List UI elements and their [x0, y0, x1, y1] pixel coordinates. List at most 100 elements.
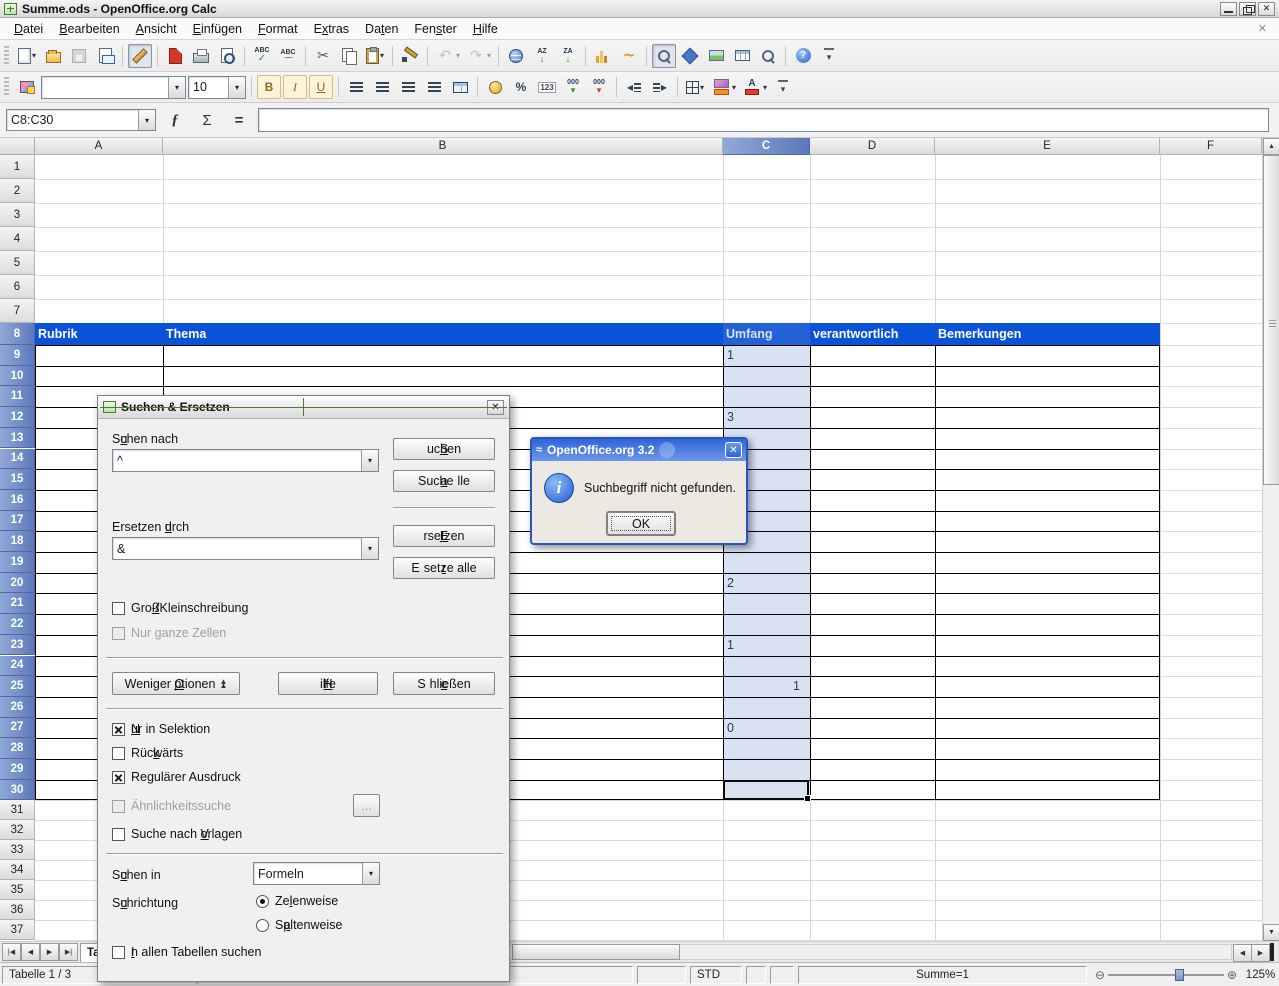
search-in-combo[interactable]: Formeln ▾: [253, 862, 380, 885]
row-header-7[interactable]: 7: [0, 299, 35, 323]
row-header-28[interactable]: 28: [0, 738, 35, 759]
menu-daten[interactable]: Daten: [357, 20, 406, 38]
all-sheets-checkbox[interactable]: In allen Tabellen suchen: [112, 945, 261, 959]
ok-button[interactable]: OK: [607, 512, 675, 535]
bold[interactable]: [257, 75, 281, 99]
selection-only-checkbox[interactable]: Nur in Selektion: [112, 722, 210, 736]
row-header-36[interactable]: 36: [0, 900, 35, 920]
font-size-dropdown-icon[interactable]: ▾: [228, 77, 245, 98]
standard-toolbar-options[interactable]: [817, 44, 841, 68]
cell-D8[interactable]: verantwortlich: [813, 323, 934, 345]
gallery[interactable]: [704, 44, 728, 68]
paste[interactable]: ▾: [363, 44, 387, 68]
row-header-26[interactable]: 26: [0, 697, 35, 718]
paste-dropdown-icon[interactable]: ▾: [380, 51, 384, 60]
borders[interactable]: ▾: [683, 75, 707, 99]
sum-icon[interactable]: Σ: [194, 108, 220, 132]
row-header-27[interactable]: 27: [0, 718, 35, 739]
row-header-1[interactable]: 1: [0, 155, 35, 179]
zoom-slider-track[interactable]: [1108, 974, 1224, 976]
zoom-out-icon[interactable]: ⊖: [1092, 968, 1108, 982]
message-close-icon[interactable]: ✕: [725, 442, 742, 458]
borders-dropdown-icon[interactable]: ▾: [700, 83, 704, 92]
row-header-25[interactable]: 25: [0, 676, 35, 697]
column-header-C[interactable]: C: [723, 138, 810, 155]
scroll-right-icon[interactable]: ▶: [1251, 944, 1270, 962]
italic[interactable]: [283, 75, 307, 99]
row-header-10[interactable]: 10: [0, 366, 35, 387]
cut[interactable]: [311, 44, 335, 68]
font-size-combo[interactable]: 10▾: [188, 76, 246, 99]
row-header-23[interactable]: 23: [0, 635, 35, 656]
navigator[interactable]: [678, 44, 702, 68]
font-name-combo[interactable]: ▾: [41, 76, 186, 99]
underline[interactable]: [309, 75, 333, 99]
show-draw-functions[interactable]: [617, 44, 641, 68]
spellcheck[interactable]: [250, 44, 274, 68]
cell-C12[interactable]: 3: [724, 407, 803, 428]
cell-B8[interactable]: Thema: [166, 323, 722, 345]
clone-formatting[interactable]: [398, 44, 422, 68]
zoom-in-icon[interactable]: ⊕: [1224, 968, 1240, 982]
menu-hilfe[interactable]: Hilfe: [465, 20, 506, 38]
last-sheet-button[interactable]: ▶|: [59, 943, 78, 961]
row-header-4[interactable]: 4: [0, 227, 35, 251]
replace-combo-dropdown-icon[interactable]: ▾: [361, 538, 378, 559]
number-format-standard[interactable]: [535, 75, 559, 99]
replace-all-button[interactable]: Ersetze alle: [393, 557, 495, 579]
menu-format[interactable]: Format: [250, 20, 306, 38]
font-name-dropdown-icon[interactable]: ▾: [168, 77, 185, 98]
menu-ansicht[interactable]: Ansicht: [128, 20, 185, 38]
name-box-dropdown-icon[interactable]: ▾: [138, 110, 155, 130]
cell-C23[interactable]: 1: [724, 635, 803, 656]
row-header-24[interactable]: 24: [0, 656, 35, 677]
row-header-21[interactable]: 21: [0, 593, 35, 614]
search-for-styles-checkbox[interactable]: Suche nach Vorlagen: [112, 827, 242, 841]
help-button[interactable]: Hilfe: [278, 672, 378, 695]
cell-C20[interactable]: 2: [724, 573, 803, 594]
column-header-B[interactable]: B: [163, 138, 723, 155]
equals-icon[interactable]: =: [226, 108, 252, 132]
first-sheet-button[interactable]: |◀: [2, 943, 21, 961]
add-decimal-place[interactable]: [561, 75, 585, 99]
row-header-22[interactable]: 22: [0, 614, 35, 635]
menu-fenster[interactable]: Fenster: [406, 20, 464, 38]
font-color[interactable]: ▾: [740, 75, 769, 99]
column-header-A[interactable]: A: [35, 138, 163, 155]
merge-cells[interactable]: [448, 75, 472, 99]
zoom-slider[interactable]: ⊖ ⊕: [1092, 966, 1240, 984]
search-button[interactable]: Suchen: [393, 438, 495, 460]
checkbox-box[interactable]: [112, 747, 125, 760]
active-cell-C30[interactable]: [723, 780, 809, 801]
radio-circle[interactable]: [256, 895, 269, 908]
more-options-button[interactable]: Weniger Optionen ▲▲: [112, 672, 240, 695]
menu-extras[interactable]: Extras: [306, 20, 357, 38]
align-justify[interactable]: [422, 75, 446, 99]
replace-with-combo[interactable]: & ▾: [112, 537, 379, 560]
row-header-12[interactable]: 12: [0, 407, 35, 428]
increase-indent[interactable]: [648, 75, 672, 99]
background-color-dropdown-icon[interactable]: ▾: [732, 83, 736, 92]
font-color-dropdown-icon[interactable]: ▾: [763, 83, 767, 92]
new-document[interactable]: ▾: [15, 44, 39, 68]
row-header-18[interactable]: 18: [0, 531, 35, 552]
cell-C9[interactable]: 1: [724, 345, 803, 366]
row-header-11[interactable]: 11: [0, 386, 35, 407]
row-header-15[interactable]: 15: [0, 469, 35, 490]
zoom[interactable]: [756, 44, 780, 68]
backwards-checkbox[interactable]: Rückwärts: [112, 746, 183, 760]
row-header-3[interactable]: 3: [0, 203, 35, 227]
row-header-20[interactable]: 20: [0, 573, 35, 594]
horizontal-scrollbar-thumb[interactable]: [512, 944, 680, 960]
row-header-17[interactable]: 17: [0, 511, 35, 532]
close-button[interactable]: ✕: [1258, 2, 1275, 16]
menu-datei[interactable]: Datei: [6, 20, 51, 38]
page-preview[interactable]: [215, 44, 239, 68]
export-as-pdf[interactable]: [163, 44, 187, 68]
restore-button[interactable]: [1239, 2, 1256, 16]
hyperlink[interactable]: [504, 44, 528, 68]
align-right[interactable]: [396, 75, 420, 99]
find-and-replace[interactable]: [652, 44, 676, 68]
row-header-32[interactable]: 32: [0, 820, 35, 840]
row-header-19[interactable]: 19: [0, 552, 35, 573]
